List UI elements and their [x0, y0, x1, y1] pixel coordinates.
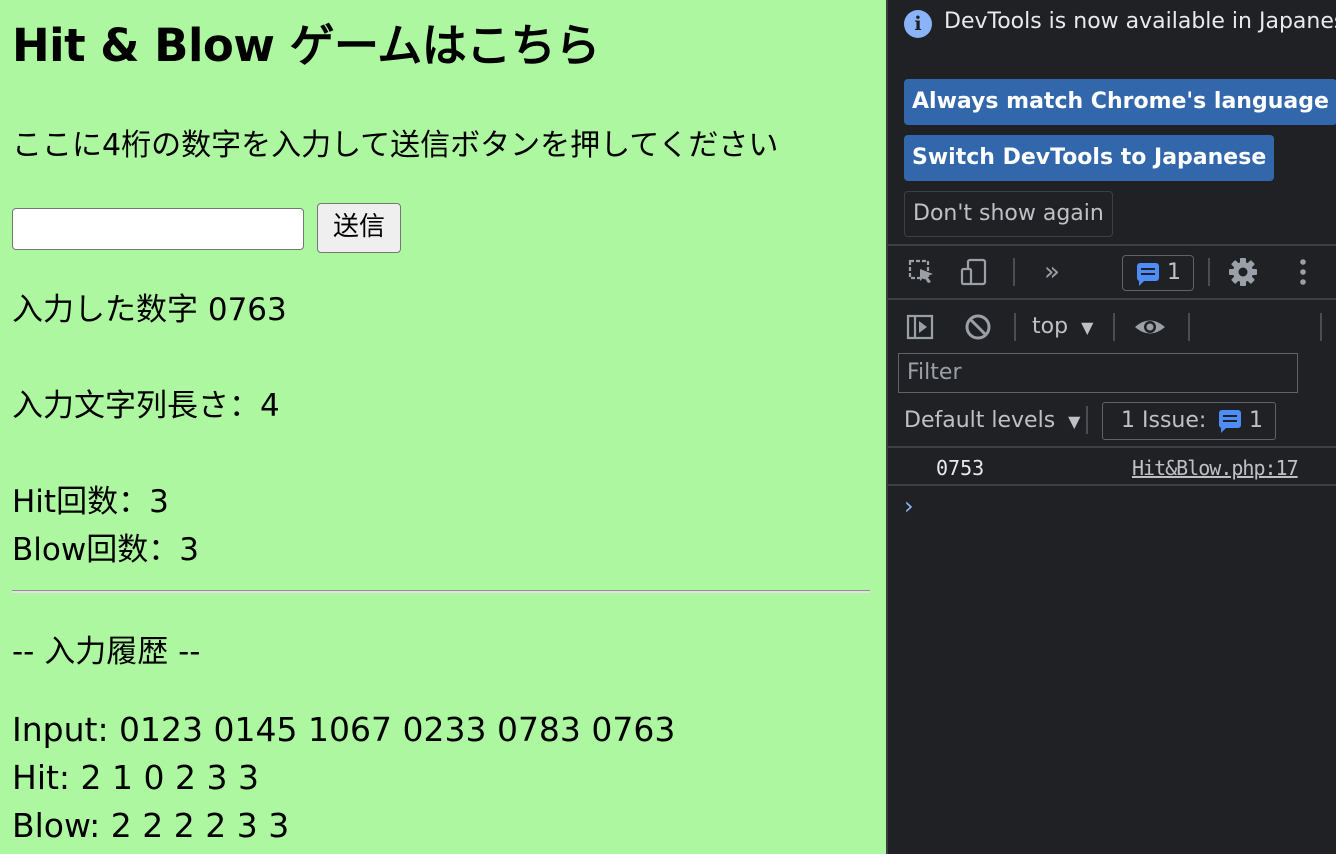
info-icon: i	[904, 10, 932, 38]
history-blow-line: Blow: 2 2 2 2 3 3	[12, 806, 290, 845]
context-label: top	[1032, 314, 1069, 339]
message-bubble-icon	[1137, 263, 1159, 286]
divider	[888, 298, 1336, 300]
log-levels-label: Default levels	[904, 408, 1056, 433]
context-selector[interactable]: top ▼	[1032, 312, 1093, 343]
horizontal-rule	[12, 590, 870, 593]
dropdown-arrow-icon: ▼	[1068, 412, 1081, 431]
message-bubble-icon	[1219, 410, 1241, 433]
submit-button[interactable]: 送信	[317, 203, 401, 253]
history-heading: -- 入力履歴 --	[12, 634, 201, 670]
web-page: Hit & Blow ゲームはこちら ここに4桁の数字を入力して送信ボタンを押し…	[0, 0, 886, 854]
toolbar-separator	[1086, 406, 1088, 434]
more-tabs-icon[interactable]: »	[1036, 257, 1068, 287]
dont-show-again-button[interactable]: Don't show again	[904, 191, 1113, 237]
hit-count-text: Hit回数：3	[12, 484, 169, 520]
switch-to-japanese-button[interactable]: Switch DevTools to Japanese	[904, 135, 1275, 181]
toolbar-separator	[1014, 313, 1016, 341]
clear-console-icon[interactable]	[962, 312, 994, 349]
toolbar-separator	[1188, 313, 1190, 341]
kebab-menu-icon[interactable]	[1288, 257, 1318, 294]
toolbar-separator	[1113, 313, 1115, 341]
console-prompt-icon[interactable]: ›	[904, 491, 914, 521]
blow-count-text: Blow回数：3	[12, 532, 199, 568]
number-input[interactable]	[12, 208, 304, 250]
dropdown-arrow-icon: ▼	[1081, 318, 1094, 337]
always-match-language-button[interactable]: Always match Chrome's language	[904, 79, 1336, 125]
issues-count: 1	[1249, 408, 1263, 433]
page-title: Hit & Blow ゲームはこちら	[12, 19, 600, 72]
console-log-source-link[interactable]: Hit&Blow.php:17	[1132, 455, 1299, 481]
divider	[888, 446, 1336, 448]
log-levels-dropdown[interactable]: Default levels ▼	[904, 406, 1080, 437]
divider	[888, 484, 1336, 486]
devtools-panel: i DevTools is now available in Japanese!…	[886, 0, 1336, 854]
history-hit-line: Hit: 2 1 0 2 3 3	[12, 758, 259, 797]
input-length-text: 入力文字列長さ：4	[12, 388, 280, 424]
divider	[888, 244, 1336, 246]
device-toolbar-icon[interactable]	[958, 257, 990, 294]
toolbar-separator	[1208, 258, 1210, 286]
issues-button[interactable]: 1 Issue: 1	[1102, 402, 1276, 440]
messages-badge[interactable]: 1	[1122, 255, 1194, 291]
gear-icon[interactable]	[1226, 256, 1260, 295]
history-input-line: Input: 0123 0145 1067 0233 0783 0763	[12, 710, 676, 749]
message-count: 1	[1167, 260, 1181, 285]
language-banner-message: DevTools is now available in Japanese!	[944, 9, 1336, 34]
console-log-value: 0753	[936, 456, 985, 480]
issues-label: 1 Issue:	[1121, 408, 1207, 433]
toolbar-separator	[1320, 313, 1322, 341]
eye-icon[interactable]	[1132, 312, 1168, 349]
inspect-element-icon[interactable]	[906, 257, 938, 294]
filter-input[interactable]: Filter	[898, 353, 1298, 393]
toolbar-separator	[1013, 258, 1015, 286]
entered-number-text: 入力した数字 0763	[12, 292, 287, 328]
instruction-text: ここに4桁の数字を入力して送信ボタンを押してください	[12, 128, 779, 163]
sidebar-toggle-icon[interactable]	[904, 312, 936, 349]
